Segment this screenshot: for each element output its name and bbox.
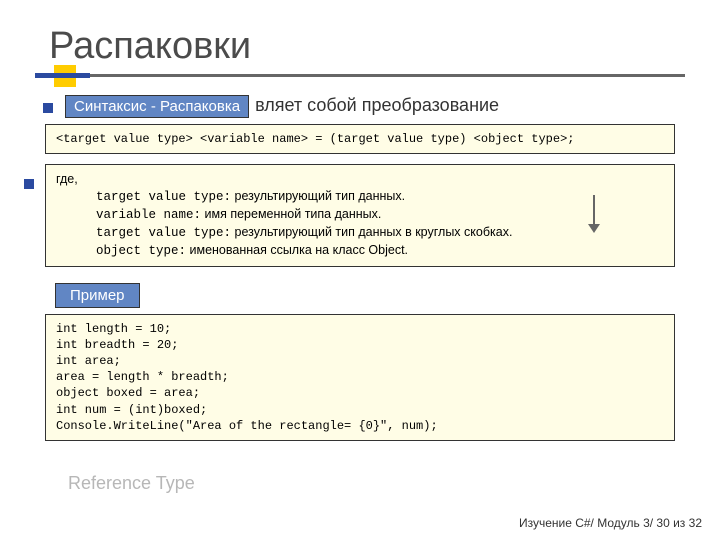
lead-text: вляет собой преобразование bbox=[255, 95, 499, 116]
content: Синтаксис - Распаковка вляет собой преоб… bbox=[35, 95, 685, 441]
syntax-code-box: <target value type> <variable name> = (t… bbox=[45, 124, 675, 154]
title-area: Распаковки bbox=[35, 25, 685, 77]
desc-line: target value type: результирующий тип да… bbox=[96, 188, 664, 206]
syntax-label: Синтаксис - Распаковка bbox=[65, 95, 249, 118]
desc-line: variable name: имя переменной типа данны… bbox=[96, 206, 664, 224]
example-code-box: int length = 10; int breadth = 20; int a… bbox=[45, 314, 675, 441]
where-label: где, bbox=[56, 171, 664, 188]
desc-line: target value type: результирующий тип да… bbox=[96, 224, 664, 242]
title-underline bbox=[35, 74, 685, 77]
example-label: Пример bbox=[55, 283, 140, 308]
title-underline-accent bbox=[35, 73, 90, 78]
arrow-down-icon bbox=[593, 195, 595, 225]
slide-title: Распаковки bbox=[49, 25, 685, 68]
syntax-row: Синтаксис - Распаковка вляет собой преоб… bbox=[43, 95, 685, 118]
faded-caption: Reference Type bbox=[68, 473, 195, 494]
slide: Распаковки Синтаксис - Распаковка вляет … bbox=[0, 0, 720, 540]
description-box: где, target value type: результирующий т… bbox=[45, 164, 675, 266]
bullet-icon bbox=[43, 103, 53, 113]
footer-text: Изучение C#/ Модуль 3/ 30 из 32 bbox=[519, 516, 702, 530]
desc-line: object type: именованная ссылка на класс… bbox=[96, 242, 664, 260]
bullet-icon bbox=[24, 179, 34, 189]
